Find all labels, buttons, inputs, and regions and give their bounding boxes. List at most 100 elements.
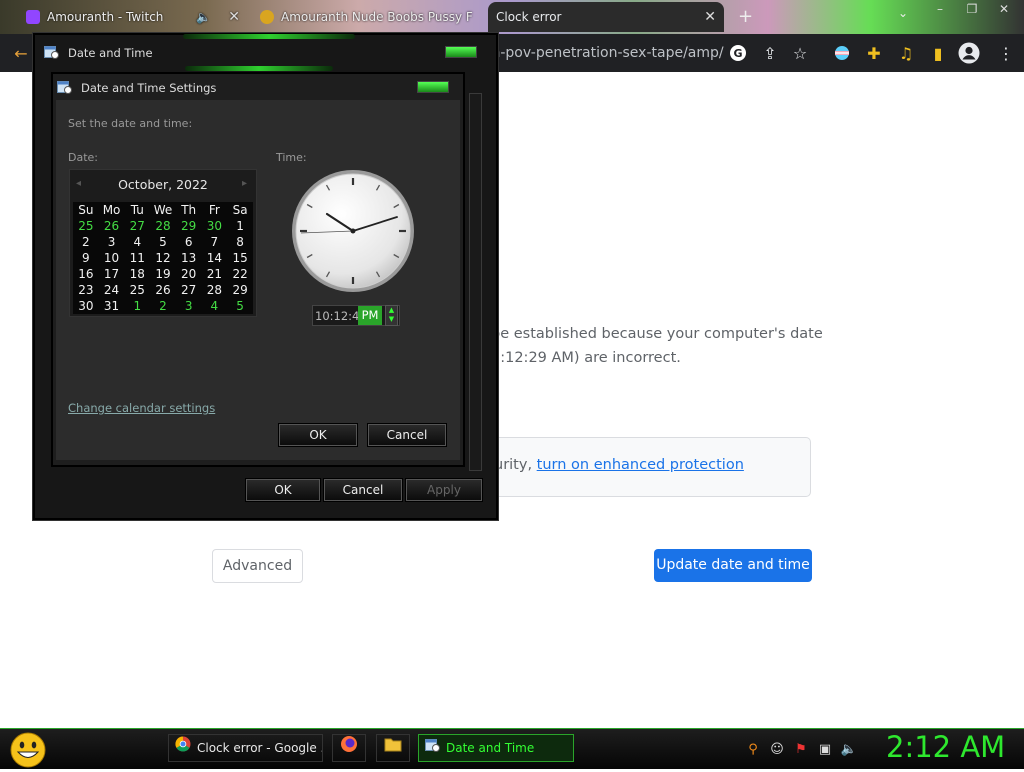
enhanced-protection-link[interactable]: turn on enhanced protection bbox=[537, 457, 744, 473]
calendar-day[interactable]: 12 bbox=[150, 250, 176, 266]
sidepanel-icon[interactable]: ▮ bbox=[926, 41, 950, 65]
taskbar-chrome-button[interactable]: Clock error - Google ... bbox=[168, 734, 323, 762]
extensions-puzzle-icon[interactable]: ✚ bbox=[862, 41, 886, 65]
advanced-button[interactable]: Advanced bbox=[212, 549, 303, 583]
calendar-day[interactable]: 16 bbox=[73, 266, 99, 282]
calendar-day[interactable]: 17 bbox=[99, 266, 125, 282]
close-window-button[interactable]: ✕ bbox=[988, 0, 1020, 20]
bookmark-star-icon[interactable]: ☆ bbox=[788, 41, 812, 65]
close-tab-icon[interactable]: ✕ bbox=[228, 9, 240, 25]
calendar-day[interactable]: 22 bbox=[227, 266, 253, 282]
calendar-day[interactable]: 4 bbox=[124, 234, 150, 250]
media-icon[interactable]: ♫ bbox=[894, 41, 918, 65]
calendar-day[interactable]: 14 bbox=[202, 250, 228, 266]
calendar-day[interactable]: 29 bbox=[227, 282, 253, 298]
calendar-day[interactable]: 1 bbox=[227, 218, 253, 234]
weekday-row: Su Mo Tu We Th Fr Sa bbox=[73, 202, 253, 218]
calendar-week: 30 31 1 2 3 4 5 bbox=[73, 298, 253, 314]
time-spinner[interactable]: ▲ ▼ bbox=[385, 305, 398, 326]
start-button-smiley-icon[interactable] bbox=[8, 730, 48, 768]
calendar-day[interactable]: 19 bbox=[150, 266, 176, 282]
calendar-day[interactable]: 7 bbox=[202, 234, 228, 250]
extension-flag-icon[interactable] bbox=[830, 41, 854, 65]
calendar-day[interactable]: 24 bbox=[99, 282, 125, 298]
calendar-day[interactable]: 10 bbox=[99, 250, 125, 266]
tab-search-icon[interactable]: ⌄ bbox=[898, 6, 908, 20]
minimize-button[interactable]: – bbox=[924, 0, 956, 20]
outer-ok-button[interactable]: OK bbox=[246, 479, 320, 501]
chrome-icon bbox=[175, 735, 191, 761]
speaker-icon[interactable]: 🔈 bbox=[196, 10, 211, 24]
calendar-day[interactable]: 30 bbox=[73, 298, 99, 314]
calendar-day[interactable]: 23 bbox=[73, 282, 99, 298]
outer-cancel-button[interactable]: Cancel bbox=[324, 479, 402, 501]
calendar-day[interactable]: 9 bbox=[73, 250, 99, 266]
calendar-day[interactable]: 2 bbox=[150, 298, 176, 314]
firefox-icon bbox=[340, 735, 358, 761]
volume-icon[interactable]: 🔈 bbox=[841, 741, 857, 757]
calendar-day[interactable]: 3 bbox=[176, 298, 202, 314]
calendar-day[interactable]: 5 bbox=[150, 234, 176, 250]
close-tab-icon[interactable]: ✕ bbox=[704, 9, 716, 25]
search-icon[interactable]: ⚲ bbox=[745, 741, 761, 757]
calendar-day[interactable]: 1 bbox=[124, 298, 150, 314]
action-center-flag-icon[interactable]: ⚑ bbox=[793, 741, 809, 757]
calendar-day[interactable]: 8 bbox=[227, 234, 253, 250]
calendar-day[interactable]: 4 bbox=[202, 298, 228, 314]
taskbar-firefox-button[interactable] bbox=[332, 734, 366, 762]
outer-scrollbar[interactable] bbox=[469, 93, 482, 471]
network-icon[interactable]: ▣ bbox=[817, 741, 833, 757]
back-icon[interactable]: ← bbox=[9, 41, 33, 65]
calendar-day[interactable]: 3 bbox=[99, 234, 125, 250]
datetime-settings-icon bbox=[57, 80, 72, 94]
menu-icon[interactable]: ⋮ bbox=[994, 41, 1018, 65]
taskbar-datetime-button[interactable]: Date and Time bbox=[418, 734, 574, 762]
calendar-day[interactable]: 2 bbox=[73, 234, 99, 250]
tab-twitch[interactable]: Amouranth - Twitch 🔈 ✕ bbox=[18, 2, 248, 32]
calendar-day[interactable]: 18 bbox=[124, 266, 150, 282]
google-lens-icon[interactable]: G bbox=[726, 41, 750, 65]
share-icon[interactable]: ⇪ bbox=[758, 41, 782, 65]
calendar-day[interactable]: 21 bbox=[202, 266, 228, 282]
calendar-day[interactable]: 28 bbox=[150, 218, 176, 234]
outer-window-title: Date and Time bbox=[68, 46, 153, 60]
calendar-day[interactable]: 15 bbox=[227, 250, 253, 266]
calendar-day[interactable]: 27 bbox=[124, 218, 150, 234]
profile-avatar-icon[interactable] bbox=[957, 41, 981, 65]
calendar-day[interactable]: 5 bbox=[227, 298, 253, 314]
calendar-day[interactable]: 29 bbox=[176, 218, 202, 234]
calendar-day[interactable]: 25 bbox=[73, 218, 99, 234]
calendar-day[interactable]: 27 bbox=[176, 282, 202, 298]
calendar-day[interactable]: 25 bbox=[124, 282, 150, 298]
calendar-day[interactable]: 31 bbox=[99, 298, 125, 314]
outer-close-button[interactable] bbox=[445, 46, 477, 58]
restore-button[interactable]: ❐ bbox=[956, 0, 988, 20]
calendar-day[interactable]: 11 bbox=[124, 250, 150, 266]
spin-down-icon[interactable]: ▼ bbox=[386, 315, 397, 324]
calendar-grid: Su Mo Tu We Th Fr Sa 25 26 27 28 29 30 1… bbox=[73, 202, 253, 314]
tab-amouranth[interactable]: Amouranth Nude Boobs Pussy F bbox=[252, 2, 484, 32]
calendar-day[interactable]: 28 bbox=[202, 282, 228, 298]
ampm-field[interactable]: PM bbox=[358, 306, 382, 325]
tab-title: Clock error bbox=[496, 10, 562, 24]
inner-cancel-button[interactable]: Cancel bbox=[368, 424, 446, 446]
calendar-day[interactable]: 20 bbox=[176, 266, 202, 282]
inner-ok-button[interactable]: OK bbox=[279, 424, 357, 446]
calendar-day[interactable]: 30 bbox=[202, 218, 228, 234]
update-date-time-button[interactable]: Update date and time bbox=[654, 549, 812, 582]
inner-close-button[interactable] bbox=[417, 81, 449, 93]
taskbar-folder-button[interactable] bbox=[376, 734, 410, 762]
change-calendar-settings-link[interactable]: Change calendar settings bbox=[68, 401, 215, 415]
calendar-day[interactable]: 6 bbox=[176, 234, 202, 250]
taskbar-clock[interactable]: 2:12 AM bbox=[886, 730, 1005, 764]
spin-up-icon[interactable]: ▲ bbox=[386, 306, 397, 315]
emoji-tray-icon[interactable]: ☺ bbox=[769, 741, 785, 757]
calendar-day[interactable]: 26 bbox=[150, 282, 176, 298]
calendar-month-title[interactable]: October, 2022 bbox=[69, 177, 257, 192]
calendar-day[interactable]: 26 bbox=[99, 218, 125, 234]
new-tab-button[interactable]: + bbox=[738, 6, 753, 27]
outer-apply-button[interactable]: Apply bbox=[406, 479, 482, 501]
tab-title: Amouranth - Twitch bbox=[47, 10, 164, 24]
calendar-day[interactable]: 13 bbox=[176, 250, 202, 266]
tab-clock-error[interactable]: Clock error ✕ bbox=[488, 2, 724, 32]
